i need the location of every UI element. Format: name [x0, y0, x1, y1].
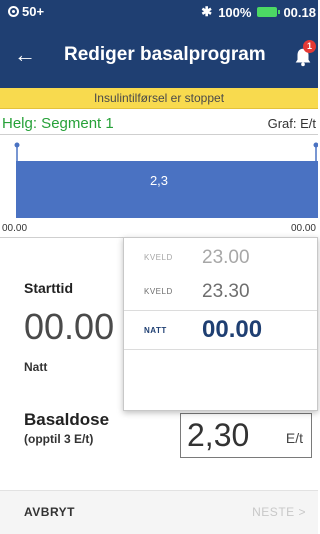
status-left: 50+ [8, 4, 44, 19]
start-time-label: Starttid [24, 280, 73, 296]
picker-option-time: 23.30 [202, 281, 250, 302]
app-header: ← Rediger basalprogram 1 [0, 24, 318, 88]
page-title: Rediger basalprogram [64, 44, 266, 65]
chart-marker-right-dot [313, 142, 318, 148]
bluetooth-icon: ✱ [201, 4, 213, 19]
time-picker[interactable]: KVELD 23.00 KVELD 23.30 NATT 00.00 [123, 237, 318, 411]
picker-option[interactable]: KVELD 23.00 [124, 242, 317, 276]
footer-bar: AVBRYT NESTE > [0, 490, 318, 534]
basal-dose-value: 2,30 [187, 417, 250, 453]
basal-dose-field[interactable]: 2,30 E/t [180, 413, 312, 458]
graph-unit-label: Graf: E/t [267, 116, 316, 131]
status-banner: Insulintilførsel er stoppet [0, 88, 318, 109]
chart-tick-end: 00.00 [290, 223, 316, 234]
segment-name: Helg: Segment 1 [2, 115, 114, 132]
basal-chart: 2,3 00.00 00.00 [0, 134, 318, 238]
chart-marker-left-dot [14, 142, 20, 148]
chart-tick-start: 00.00 [2, 223, 28, 234]
segment-row: Helg: Segment 1 Graf: E/t [0, 110, 318, 134]
picker-option-period: NATT [144, 326, 167, 335]
start-time-period: Natt [24, 360, 48, 374]
battery-icon [257, 7, 281, 17]
picker-option-selected[interactable]: NATT 00.00 [124, 310, 317, 350]
signal-text: 50+ [22, 4, 45, 19]
start-time-value[interactable]: 00.00 [24, 306, 114, 348]
picker-option[interactable]: KVELD 23.30 [124, 276, 317, 310]
back-arrow-icon[interactable]: ← [10, 40, 40, 70]
picker-option-period: KVELD [144, 253, 173, 262]
basal-dose-label: Basaldose [24, 410, 110, 429]
basal-dose-hint: (opptil 3 E/t) [24, 432, 94, 446]
clock: 00.18 [283, 4, 316, 20]
chart-value-label: 2,3 [149, 173, 169, 188]
picker-option-time: 23.00 [202, 247, 250, 268]
cancel-button[interactable]: AVBRYT [24, 505, 75, 519]
pod-icon [8, 6, 19, 17]
battery-percent: 100% [218, 4, 252, 20]
picker-option-period: KVELD [144, 287, 173, 296]
basal-dose-unit: E/t [285, 430, 303, 446]
status-right: ✱ 100% 00.18 [201, 4, 316, 20]
next-button[interactable]: NESTE > [252, 505, 306, 519]
status-bar: 50+ ✱ 100% 00.18 [0, 0, 318, 24]
notification-badge: 1 [303, 40, 316, 53]
chart-bar [16, 161, 318, 218]
picker-option-time: 00.00 [202, 316, 263, 343]
